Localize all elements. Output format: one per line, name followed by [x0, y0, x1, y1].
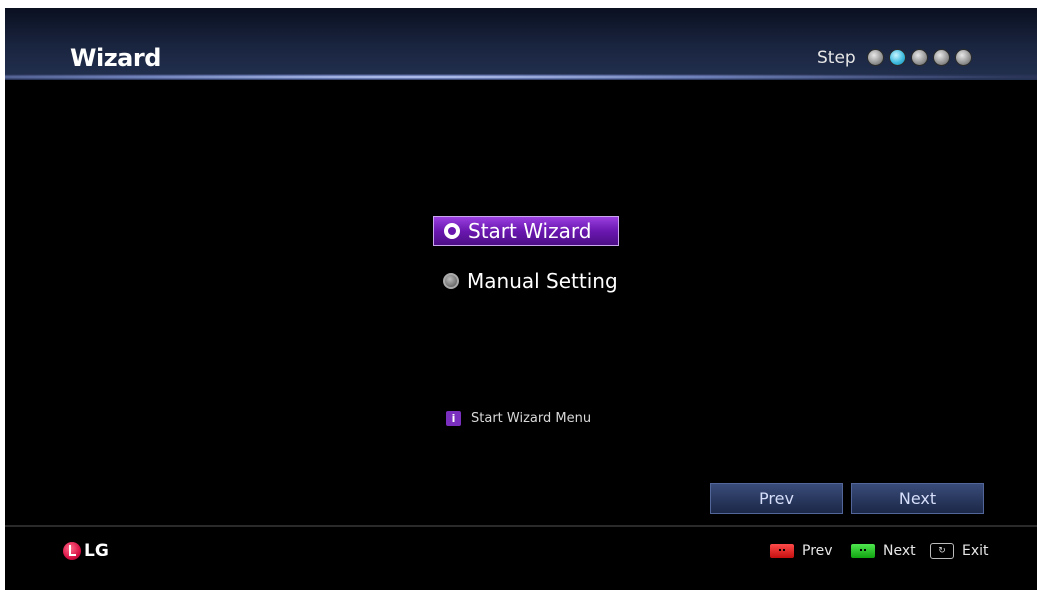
lg-logo-icon [63, 542, 81, 560]
footer-divider [5, 525, 1037, 527]
step-dot-1 [867, 49, 884, 66]
hint-prev: Prev [770, 543, 833, 559]
wizard-screen: Wizard Step Start Wizard Manual Setting … [5, 8, 1037, 590]
step-dot-4 [933, 49, 950, 66]
hint-exit: ↻ Exit [930, 543, 989, 559]
step-dot-5 [955, 49, 972, 66]
info-text: Start Wizard Menu [471, 411, 592, 426]
info-icon: i [446, 411, 461, 426]
green-key-icon [851, 544, 875, 558]
hint-next: Next [851, 543, 916, 559]
page-title: Wizard [70, 44, 161, 72]
step-dot-3 [911, 49, 928, 66]
exit-key-icon: ↻ [930, 543, 954, 559]
lg-logo-text: LG [84, 541, 109, 561]
hint-exit-label: Exit [962, 543, 989, 559]
hint-next-label: Next [883, 543, 916, 559]
radio-selected-icon [444, 223, 460, 239]
radio-unselected-icon [443, 273, 459, 289]
step-label: Step [817, 48, 856, 68]
option-start-wizard[interactable]: Start Wizard [433, 216, 619, 246]
step-dot-2 [889, 49, 906, 66]
option-manual-setting[interactable]: Manual Setting [443, 266, 618, 296]
header-divider [5, 74, 1037, 80]
hint-prev-label: Prev [802, 543, 833, 559]
next-button[interactable]: Next [851, 483, 984, 514]
option-label: Start Wizard [468, 219, 592, 243]
red-key-icon [770, 544, 794, 558]
header-bar: Wizard Step [5, 8, 1037, 80]
info-hint: i Start Wizard Menu [446, 411, 591, 426]
option-label: Manual Setting [467, 269, 618, 293]
prev-button[interactable]: Prev [710, 483, 843, 514]
step-indicator [867, 49, 972, 66]
lg-logo: LG [63, 541, 109, 561]
